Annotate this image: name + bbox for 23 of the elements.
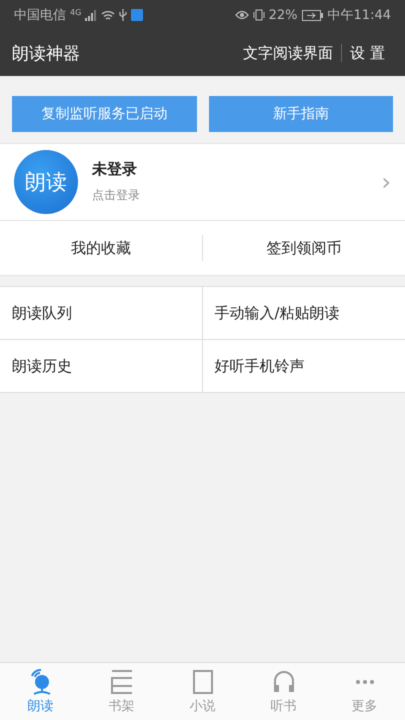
menu-item[interactable]: 朗读队列 xyxy=(0,287,202,340)
vibrate-icon xyxy=(252,9,265,21)
profile-row[interactable]: 朗读 未登录 点击登录 › xyxy=(0,143,405,221)
header-link[interactable]: 设 置 xyxy=(342,44,393,62)
user-name: 未登录 xyxy=(92,160,138,179)
wifi-icon xyxy=(101,10,116,20)
quick-link[interactable]: 我的收藏 xyxy=(0,221,202,275)
quick-link[interactable]: 签到领阅币 xyxy=(203,221,405,275)
battery-text: 22% xyxy=(268,8,298,22)
signal-icon xyxy=(85,10,98,20)
clock-text: 中午11:44 xyxy=(328,7,391,24)
more-icon xyxy=(354,680,374,684)
login-hint: 点击登录 xyxy=(92,187,141,204)
menu-item[interactable]: 朗读历史 xyxy=(0,340,202,393)
chevron-icon: › xyxy=(381,168,391,196)
network-text: 4G xyxy=(70,8,82,16)
app-title: 朗读神器 xyxy=(12,42,80,64)
avatar-logo: 朗读 xyxy=(14,150,78,214)
usb-icon xyxy=(119,9,128,21)
header-link[interactable]: 文字阅读界面 xyxy=(235,44,342,62)
eye-icon xyxy=(234,10,249,20)
battery-icon xyxy=(302,10,324,20)
carrier-text: 中国电信 xyxy=(14,7,66,24)
